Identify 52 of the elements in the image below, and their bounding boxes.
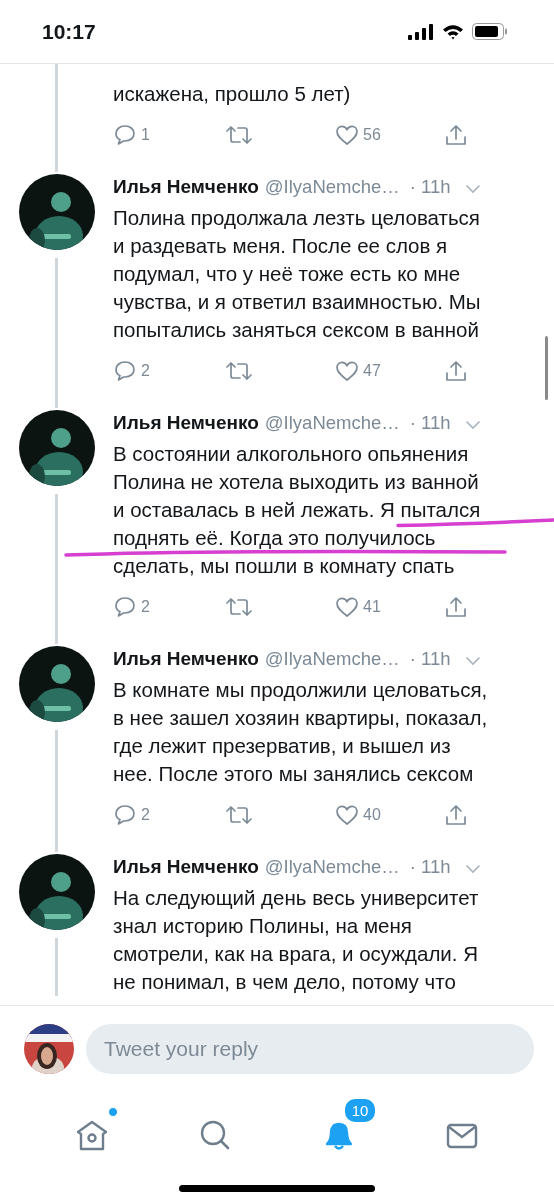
author-name[interactable]: Илья Немченко: [113, 412, 259, 434]
notification-count: 10: [342, 1097, 378, 1124]
tweet-text: В состоянии алкогольного опьянения Полина не хотела выходить из ванной и оставалась в ней лежать. Я пытался поднять её. Когда это получилось сделать, мы пошли в комнату спать: [113, 441, 482, 579]
author-handle[interactable]: @IlyaNemche…: [264, 856, 400, 878]
heart-icon[interactable]: [335, 124, 359, 146]
tweet-time: · 11h: [409, 412, 451, 434]
retweet-icon[interactable]: [225, 359, 253, 383]
tweet-text: искажена, прошло 5 лет): [113, 81, 352, 107]
reply-icon[interactable]: [113, 595, 137, 619]
author-handle[interactable]: @IlyaNemche…: [264, 176, 400, 198]
reply-count: 2: [141, 598, 150, 616]
wifi-icon: [442, 23, 464, 40]
reply-icon[interactable]: [113, 123, 137, 147]
status-time: 10:17: [42, 19, 96, 44]
reply-count: 2: [141, 362, 150, 380]
tweet-time: · 11h: [409, 176, 451, 198]
tweet-text: На следующий день весь университет знал историю Полины, на меня смотрели, как на врага, и осуждали. Я не понимал, в чем дело, потому что: [113, 885, 480, 995]
author-name[interactable]: Илья Немченко: [113, 856, 259, 878]
author-name[interactable]: Илья Немченко: [113, 648, 259, 670]
tweet-text: Полина продолжала лезть целоваться и раздевать меня. После ее слов я подумал, что у неё тоже есть ко мне чувства, и я ответил взаимностью. Мы попытались заняться сексом в ванной: [113, 205, 482, 343]
like-count: 56: [363, 126, 381, 144]
scroll-bar: [545, 336, 548, 400]
author-handle[interactable]: @IlyaNemche…: [264, 412, 400, 434]
share-icon[interactable]: [445, 803, 467, 827]
reply-field[interactable]: Tweet your reply: [86, 1023, 534, 1074]
like-count: 40: [363, 806, 381, 824]
like-count: 47: [363, 362, 381, 380]
chevron-icon[interactable]: [464, 184, 481, 194]
signal-icon: [408, 23, 434, 40]
reply-icon[interactable]: [113, 803, 137, 827]
retweet-icon[interactable]: [225, 123, 253, 147]
heart-icon[interactable]: [335, 596, 359, 618]
author-handle[interactable]: @IlyaNemche…: [264, 648, 400, 670]
heart-icon[interactable]: [335, 804, 359, 826]
tweet-time: · 11h: [409, 648, 451, 670]
tweet-text: В комнате мы продолжили целоваться, в нее зашел хозяин квартиры, показал, где лежит презерватив, и вышел из нее. После этого мы занялись сексом: [113, 677, 489, 787]
reply-count: 2: [141, 806, 150, 824]
chevron-icon[interactable]: [464, 656, 481, 666]
heart-icon[interactable]: [335, 360, 359, 382]
reply-icon[interactable]: [113, 359, 137, 383]
like-count: 41: [363, 598, 381, 616]
share-icon[interactable]: [445, 123, 467, 147]
chevron-icon[interactable]: [464, 864, 481, 874]
chevron-icon[interactable]: [464, 420, 481, 430]
battery-icon: [472, 23, 508, 40]
retweet-icon[interactable]: [225, 595, 253, 619]
author-name[interactable]: Илья Немченко: [113, 176, 259, 198]
reply-count: 1: [141, 126, 150, 144]
share-icon[interactable]: [445, 359, 467, 383]
retweet-icon[interactable]: [225, 803, 253, 827]
tweet-time: · 11h: [409, 856, 451, 878]
share-icon[interactable]: [445, 595, 467, 619]
